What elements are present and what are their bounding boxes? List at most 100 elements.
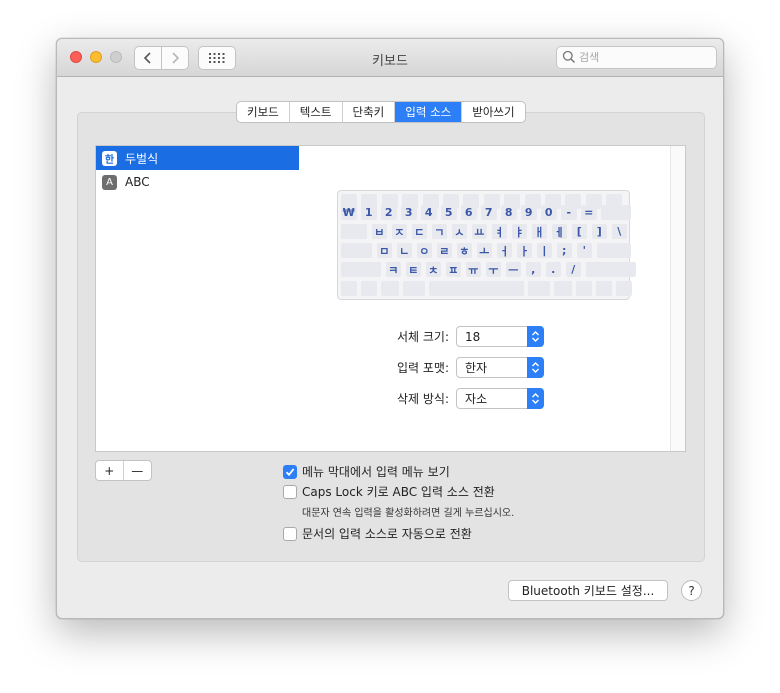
keyboard-key: ㅏ bbox=[516, 243, 532, 258]
keyboard-modifier-key bbox=[341, 243, 372, 258]
tab-input-sources[interactable]: 입력 소스 bbox=[395, 102, 463, 122]
tab-dictation[interactable]: 받아쓰기 bbox=[462, 102, 524, 122]
keyboard-key: 8 bbox=[501, 205, 517, 220]
keyboard-key: ㅠ bbox=[465, 262, 481, 277]
keyboard-preferences-window: 키보드 키보드 텍스트 단축키 입력 소스 받아쓰기 한 두벌식 A ABC ₩… bbox=[56, 38, 724, 619]
font-size-popup[interactable]: 18 bbox=[456, 326, 544, 347]
keyboard-key: ㅣ bbox=[536, 243, 552, 258]
abc-input-icon: A bbox=[102, 174, 117, 190]
keyboard-layout-preview: ₩1 2 3 4 5 6 7 8 9 0- = ㅂㅈㄷㄱㅅㅛㅕㅑㅐㅔ [] \ ㅁㄴㅇㄹㅎㅗㅓㅏㅣ; ' ㅋㅌㅊ… bbox=[337, 190, 636, 300]
keyboard-key: ㄴ bbox=[396, 243, 412, 258]
keyboard-key: ㅌ bbox=[405, 262, 421, 277]
keyboard-bottom-key bbox=[616, 281, 632, 296]
delete-mode-value: 자소 bbox=[465, 392, 488, 406]
keyboard-key: ㅅ bbox=[451, 224, 467, 239]
keyboard-key: ㅛ bbox=[471, 224, 487, 239]
search-icon bbox=[562, 50, 576, 64]
keyboard-key: ; bbox=[556, 243, 572, 258]
caps-lock-hint: 대문자 연속 입력을 활성화하려면 길게 누르십시오. bbox=[302, 508, 515, 519]
keyboard-key: ㅊ bbox=[425, 262, 441, 277]
tab-text[interactable]: 텍스트 bbox=[290, 102, 343, 122]
caps-lock-option[interactable]: Caps Lock 키로 ABC 입력 소스 전환 bbox=[283, 483, 495, 500]
keyboard-key: ㅔ bbox=[551, 224, 567, 239]
keyboard-key: ㄹ bbox=[436, 243, 452, 258]
checkmark-icon bbox=[285, 467, 295, 476]
tab-shortcuts[interactable]: 단축키 bbox=[343, 102, 396, 122]
keyboard-key: 4 bbox=[421, 205, 437, 220]
keyboard-key: ㅑ bbox=[511, 224, 527, 239]
keyboard-key: ₩ bbox=[341, 205, 357, 220]
search-field[interactable] bbox=[556, 46, 717, 69]
keyboard-key: 9 bbox=[521, 205, 537, 220]
caps-lock-label: Caps Lock 키로 ABC 입력 소스 전환 bbox=[302, 485, 495, 499]
tab-bar: 키보드 텍스트 단축키 입력 소스 받아쓰기 bbox=[236, 101, 526, 123]
keyboard-key: 6 bbox=[461, 205, 477, 220]
keyboard-bottom-key bbox=[429, 281, 524, 296]
delete-mode-popup[interactable]: 자소 bbox=[456, 388, 544, 409]
list-item-dubeolsik[interactable]: 한 두벌식 bbox=[96, 146, 299, 170]
show-input-menu-checkbox[interactable] bbox=[283, 464, 297, 479]
keyboard-key: , bbox=[525, 262, 541, 277]
auto-switch-option[interactable]: 문서의 입력 소스로 자동으로 전환 bbox=[283, 525, 472, 542]
hangul-input-icon: 한 bbox=[102, 150, 117, 166]
auto-switch-label: 문서의 입력 소스로 자동으로 전환 bbox=[302, 527, 472, 541]
font-size-value: 18 bbox=[465, 329, 481, 344]
keyboard-modifier-key bbox=[601, 205, 631, 220]
keyboard-bottom-key bbox=[596, 281, 612, 296]
detail-scrollbar[interactable] bbox=[670, 146, 685, 451]
list-item-label: ABC bbox=[125, 175, 150, 189]
keyboard-key: 2 bbox=[381, 205, 397, 220]
help-button[interactable]: ? bbox=[681, 580, 702, 601]
keyboard-key: ㅕ bbox=[491, 224, 507, 239]
input-source-list: 한 두벌식 A ABC bbox=[95, 145, 300, 452]
keyboard-modifier-key bbox=[341, 262, 381, 277]
keyboard-key: ㅋ bbox=[385, 262, 401, 277]
input-format-row: 입력 포맷: 한자 bbox=[299, 357, 685, 378]
tab-keyboard[interactable]: 키보드 bbox=[237, 102, 290, 122]
remove-input-source-button[interactable]: — bbox=[124, 461, 151, 480]
keyboard-key: 7 bbox=[481, 205, 497, 220]
keyboard-bottom-key bbox=[361, 281, 377, 296]
list-item-abc[interactable]: A ABC bbox=[96, 170, 299, 194]
keyboard-key: ㅍ bbox=[445, 262, 461, 277]
add-input-source-button[interactable]: + bbox=[96, 461, 124, 480]
input-format-value: 한자 bbox=[465, 361, 488, 375]
keyboard-key: [ bbox=[571, 224, 587, 239]
show-input-menu-label: 메뉴 막대에서 입력 메뉴 보기 bbox=[302, 465, 450, 479]
keyboard-key: = bbox=[581, 205, 597, 220]
bluetooth-keyboard-setup-button[interactable]: Bluetooth 키보드 설정... bbox=[508, 580, 668, 601]
keyboard-key: ㄷ bbox=[411, 224, 427, 239]
titlebar: 키보드 bbox=[57, 39, 723, 77]
keyboard-key: ㅇ bbox=[416, 243, 432, 258]
keyboard-key: \ bbox=[611, 224, 627, 239]
keyboard-key: ] bbox=[591, 224, 607, 239]
keyboard-bottom-key bbox=[403, 281, 425, 296]
keyboard-bottom-key bbox=[528, 281, 550, 296]
keyboard-key: ' bbox=[576, 243, 592, 258]
input-format-popup[interactable]: 한자 bbox=[456, 357, 544, 378]
show-input-menu-option[interactable]: 메뉴 막대에서 입력 메뉴 보기 bbox=[283, 463, 450, 480]
caps-lock-checkbox[interactable] bbox=[283, 484, 297, 499]
keyboard-bottom-key bbox=[341, 281, 357, 296]
font-size-label: 서체 크기: bbox=[396, 330, 449, 344]
keyboard-modifier-key bbox=[585, 262, 636, 277]
keyboard-key: ㅡ bbox=[505, 262, 521, 277]
auto-switch-checkbox[interactable] bbox=[283, 526, 297, 541]
search-input[interactable] bbox=[579, 49, 713, 66]
delete-mode-row: 삭제 방식: 자소 bbox=[299, 388, 685, 409]
popup-arrows-icon bbox=[527, 326, 544, 347]
keyboard-bottom-key bbox=[576, 281, 592, 296]
add-remove-control: + — bbox=[95, 460, 152, 481]
list-item-label: 두벌식 bbox=[125, 151, 159, 166]
keyboard-key: ㅈ bbox=[391, 224, 407, 239]
keyboard-key: ㅁ bbox=[376, 243, 392, 258]
keyboard-key: 1 bbox=[361, 205, 377, 220]
input-source-detail: ₩1 2 3 4 5 6 7 8 9 0- = ㅂㅈㄷㄱㅅㅛㅕㅑㅐㅔ [] \ ㅁㄴㅇㄹㅎㅗㅓㅏㅣ; ' ㅋㅌㅊ… bbox=[299, 145, 686, 452]
keyboard-key: ㄱ bbox=[431, 224, 447, 239]
keyboard-key: 5 bbox=[441, 205, 457, 220]
keyboard-key: ㅗ bbox=[476, 243, 492, 258]
keyboard-key: / bbox=[565, 262, 581, 277]
popup-arrows-icon bbox=[527, 388, 544, 409]
keyboard-key: ㅓ bbox=[496, 243, 512, 258]
keyboard-key: ㅂ bbox=[371, 224, 387, 239]
